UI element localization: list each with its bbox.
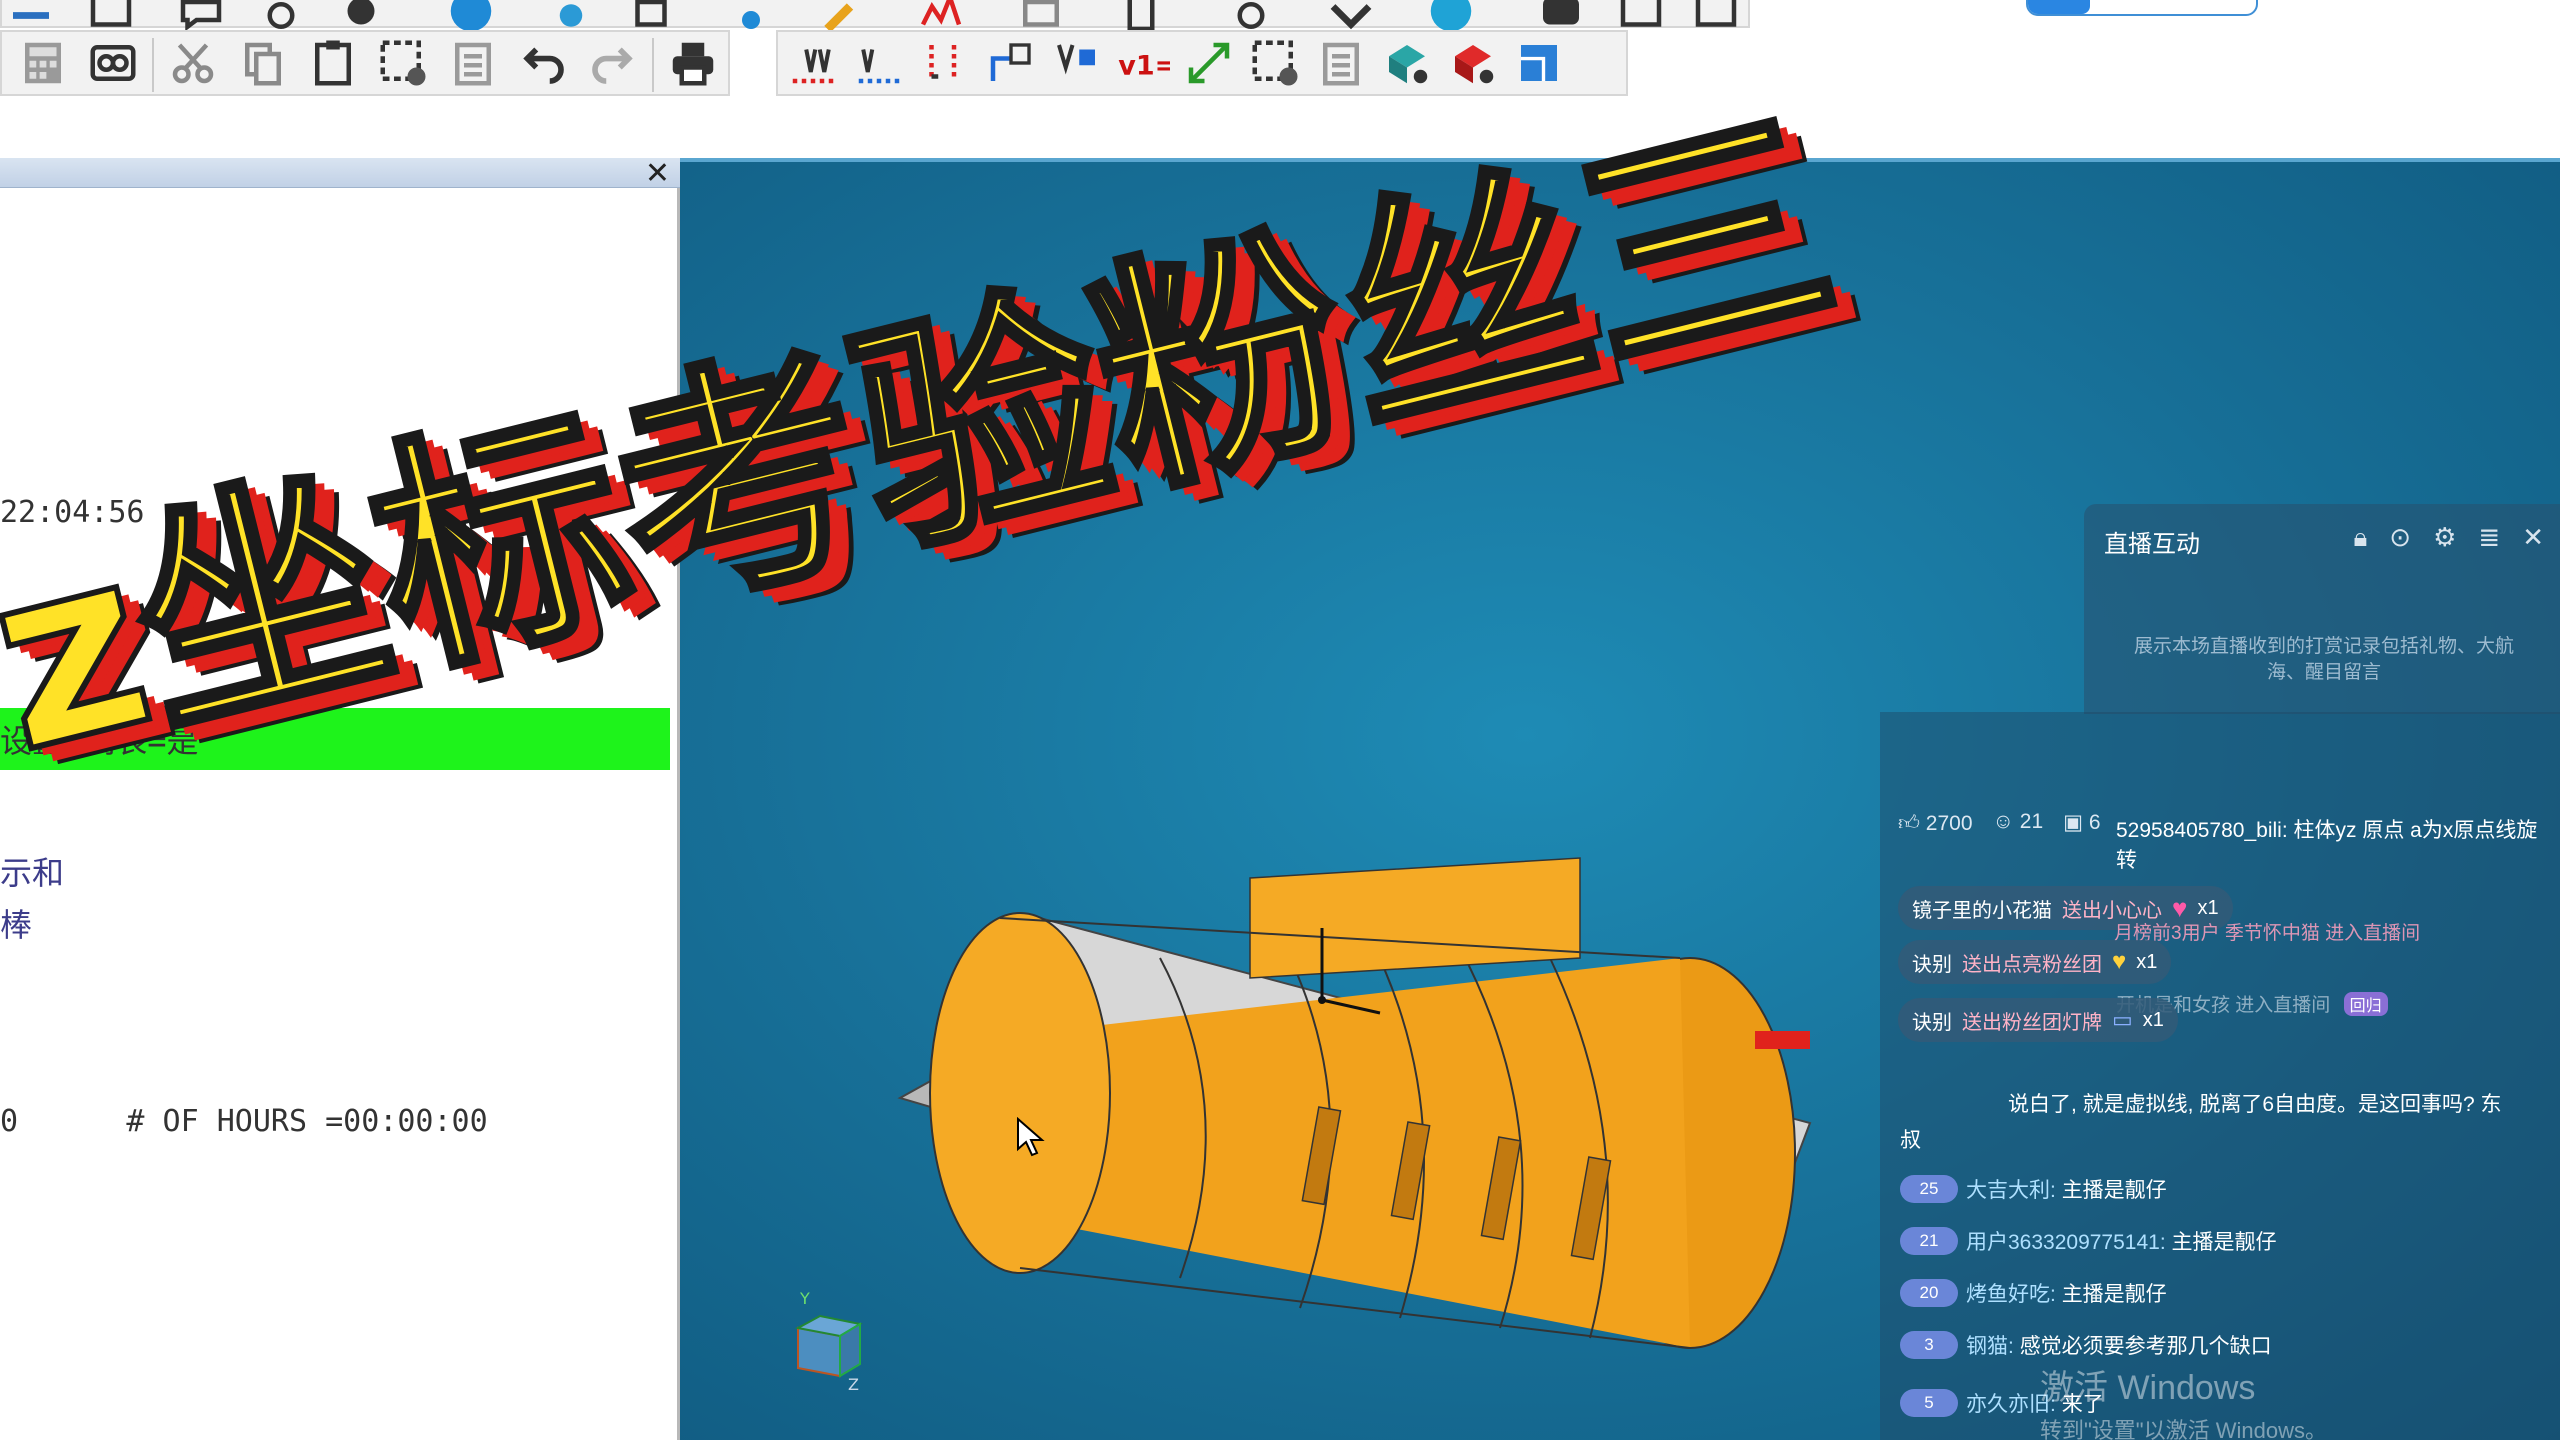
output-fragment-1: 示和	[0, 854, 65, 892]
collapse-icon[interactable]: ≣	[2478, 522, 2500, 554]
live-panel-actions: 🔒︎ ⊙ ⚙ ≣ ✕	[2353, 522, 2544, 554]
axis-y-label: Y	[799, 1289, 810, 1308]
close-icon[interactable]: ✕	[645, 156, 670, 191]
clipboard-grid-icon[interactable]	[444, 34, 502, 92]
list-icon[interactable]	[1312, 34, 1370, 92]
chat-message: 25 大吉大利: 主播是靓仔	[1900, 1174, 2167, 1204]
lamp-gift-icon: ▭	[2112, 1007, 2133, 1032]
entry-notice: 月榜前3用户 季节怀中猫 进入直播间	[2114, 923, 2421, 944]
output-fragment-2: 棒	[0, 906, 33, 944]
link-icon[interactable]	[84, 34, 142, 92]
solid-blue-icon[interactable]	[1510, 34, 1568, 92]
window-tool-icon[interactable]	[1687, 0, 1745, 40]
select-region-icon[interactable]	[1246, 34, 1304, 92]
select-all-icon[interactable]	[374, 34, 432, 92]
mouse-cursor-icon	[1017, 1117, 1045, 1157]
chat-stats: 👍︎ 2700 ☺ 21 ▣ 6	[1898, 810, 2101, 836]
gift-row: 诀别 送出点亮粉丝团 ♥ x1	[1898, 940, 2172, 984]
windows-activation-watermark: 激活 Windows 转到"设置"以激活 Windows。	[2040, 1360, 2327, 1440]
viewers-stat: ☺ 21	[1992, 810, 2044, 833]
chat-long-message: 说白了, 就是虚拟线, 脱离了6自由度。是这回事吗? 东	[2008, 1093, 2502, 1116]
level-badge: 3	[1900, 1331, 1958, 1359]
live-panel-title: 直播互动	[2104, 531, 2200, 558]
axis-z-label: Z	[848, 1375, 859, 1394]
dimension-blue-icon[interactable]	[850, 34, 908, 92]
tool-tip	[1755, 1031, 1810, 1049]
hours-output-line: 0 # OF HOURS =00:00:00	[0, 1104, 488, 1139]
tolerance-icon[interactable]	[1048, 34, 1106, 92]
move-arrows-icon[interactable]	[1180, 34, 1238, 92]
dimension-red-icon[interactable]	[784, 34, 842, 92]
left-output-panel: ✕ 22:04:56 设置,列表=是 示和 棒 0 # OF HOURS =00…	[0, 156, 680, 1440]
chat-top-message: 52958405780_bili: 柱体yz 原点 a为x原点线旋转	[2116, 819, 2538, 872]
chat-message: 20 烤鱼好吃: 主播是靓仔	[1900, 1278, 2167, 1308]
print-icon[interactable]	[664, 34, 722, 92]
top-scrollbar[interactable]	[2026, 0, 2258, 16]
solid-red-icon[interactable]	[1444, 34, 1502, 92]
undo-icon[interactable]	[514, 34, 572, 92]
toolbar-area: v1=	[0, 0, 2560, 160]
live-chat-panel: 👍︎ 2700 ☺ 21 ▣ 6 52958405780_bili: 柱体yz …	[1880, 712, 2560, 1440]
chat-message: 3 钢猫: 感觉必须要参考那几个缺口	[1900, 1330, 2272, 1360]
toolbar-top-row	[0, 0, 1750, 33]
coordinate-dim-icon[interactable]	[982, 34, 1040, 92]
svg-text:v1=: v1=	[1118, 50, 1170, 81]
toolbar-cad-row: v1=	[776, 30, 1628, 96]
mic-icon[interactable]: ⊙	[2389, 522, 2411, 554]
copy-icon[interactable]	[234, 34, 292, 92]
lock-icon[interactable]: 🔒︎	[2353, 522, 2367, 554]
level-badge: 21	[1900, 1227, 1958, 1255]
level-badge: 25	[1900, 1175, 1958, 1203]
level-badge: 20	[1900, 1279, 1958, 1307]
solid-view-icon[interactable]	[1378, 34, 1436, 92]
chat-message: 21 用户3633209775141: 主播是靓仔	[1900, 1226, 2277, 1256]
cut-icon[interactable]	[164, 34, 222, 92]
likes-stat: 👍︎ 2700	[1898, 812, 1973, 835]
toolbar-edit-row	[0, 30, 730, 96]
cylinder-part	[929, 857, 1796, 1349]
redo-icon[interactable]	[584, 34, 642, 92]
view-cube: Y Z	[795, 1289, 863, 1394]
live-interaction-panel: 直播互动 🔒︎ ⊙ ⚙ ≣ ✕ 展示本场直播收到的打赏记录包括礼物、大航海、醒目…	[2084, 504, 2560, 714]
fan-gift-icon: ♥	[2112, 948, 2127, 975]
panel-titlebar: ✕	[0, 156, 680, 191]
settings-icon[interactable]: ⚙	[2433, 522, 2456, 554]
chat-long-message-cont: 叔	[1900, 1129, 1921, 1152]
close-icon[interactable]: ✕	[2522, 522, 2544, 554]
vertical-dim-icon[interactable]	[916, 34, 974, 92]
point-tool-icon[interactable]	[722, 0, 780, 40]
paste-icon[interactable]	[304, 34, 362, 92]
rank-stat: ▣ 6	[2063, 811, 2101, 834]
variable-icon[interactable]: v1=	[1114, 34, 1172, 92]
watermark-title: 激活 Windows	[2040, 1369, 2256, 1407]
watermark-subtitle: 转到"设置"以激活 Windows。	[2040, 1418, 2327, 1440]
level-badge: 5	[1900, 1389, 1958, 1417]
calculator-icon[interactable]	[14, 34, 72, 92]
scrollbar-thumb[interactable]	[2028, 0, 2090, 14]
live-panel-description: 展示本场直播收到的打赏记录包括礼物、大航海、醒目留言	[2133, 636, 2514, 683]
gift-row: 诀别 送出粉丝团灯牌 ▭ x1	[1898, 998, 2178, 1042]
